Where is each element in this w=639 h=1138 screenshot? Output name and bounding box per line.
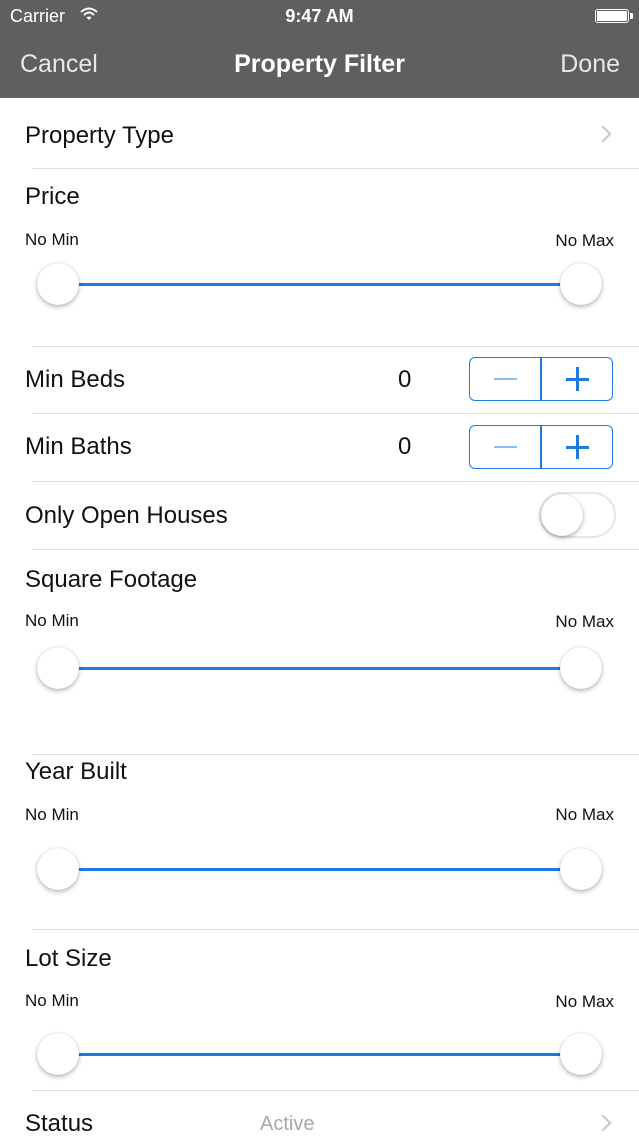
year-built-label: Year Built (25, 758, 127, 785)
chevron-right-icon (594, 1114, 612, 1132)
chevron-right-icon (594, 125, 612, 143)
year-built-min-thumb[interactable] (37, 848, 79, 890)
minus-icon[interactable] (494, 378, 517, 380)
lot-size-max-thumb[interactable] (560, 1033, 602, 1075)
min-beds-label: Min Beds (25, 366, 126, 393)
open-houses-row: Only Open Houses (0, 482, 639, 549)
lot-size-label: Lot Size (25, 945, 112, 972)
year-built-min-label: No Min (25, 805, 79, 824)
lot-size-min-thumb[interactable] (37, 1033, 79, 1075)
navigation-bar: Cancel Property Filter Done (0, 34, 639, 98)
open-houses-toggle[interactable] (539, 492, 616, 538)
status-value: Active (260, 1113, 315, 1135)
square-footage-min-thumb[interactable] (37, 647, 79, 689)
year-built-section: Year Built No Min No Max (0, 755, 639, 929)
status-time: 9:47 AM (285, 6, 354, 26)
price-section: Price No Min No Max (0, 169, 639, 346)
min-baths-value: 0 (398, 433, 412, 460)
battery-icon (595, 9, 633, 23)
price-max-label: No Max (555, 231, 614, 250)
price-max-thumb[interactable] (560, 263, 602, 305)
property-type-label: Property Type (25, 122, 174, 149)
min-beds-row: Min Beds 0 (0, 347, 639, 413)
year-built-slider-track (58, 868, 580, 871)
square-footage-max-thumb[interactable] (560, 647, 602, 689)
year-built-max-thumb[interactable] (560, 848, 602, 890)
price-label: Price (25, 183, 80, 210)
toggle-knob (541, 494, 583, 536)
page-title: Property Filter (234, 50, 405, 78)
min-baths-stepper[interactable] (469, 425, 613, 469)
square-footage-slider-track (58, 667, 580, 670)
status-row[interactable]: Status Active (0, 1091, 639, 1137)
square-footage-min-label: No Min (25, 611, 79, 630)
square-footage-max-label: No Max (555, 612, 614, 631)
lot-size-max-label: No Max (555, 992, 614, 1011)
lot-size-slider-track (58, 1053, 580, 1056)
done-button[interactable]: Done (560, 50, 620, 79)
year-built-max-label: No Max (555, 805, 614, 824)
min-baths-label: Min Baths (25, 433, 132, 460)
price-slider-track (58, 283, 580, 286)
status-bar: Carrier 9:47 AM (0, 0, 639, 34)
square-footage-section: Square Footage No Min No Max (0, 550, 639, 754)
status-label: Status (25, 1110, 94, 1137)
price-min-label: No Min (25, 230, 79, 249)
min-beds-value: 0 (398, 366, 412, 393)
open-houses-label: Only Open Houses (25, 502, 228, 529)
min-beds-stepper[interactable] (469, 357, 613, 401)
square-footage-label: Square Footage (25, 566, 198, 593)
min-baths-row: Min Baths 0 (0, 414, 639, 481)
minus-icon[interactable] (494, 446, 517, 448)
lot-size-min-label: No Min (25, 991, 79, 1010)
lot-size-section: Lot Size No Min No Max (0, 930, 639, 1090)
property-type-row[interactable]: Property Type (0, 100, 639, 168)
price-min-thumb[interactable] (37, 263, 79, 305)
